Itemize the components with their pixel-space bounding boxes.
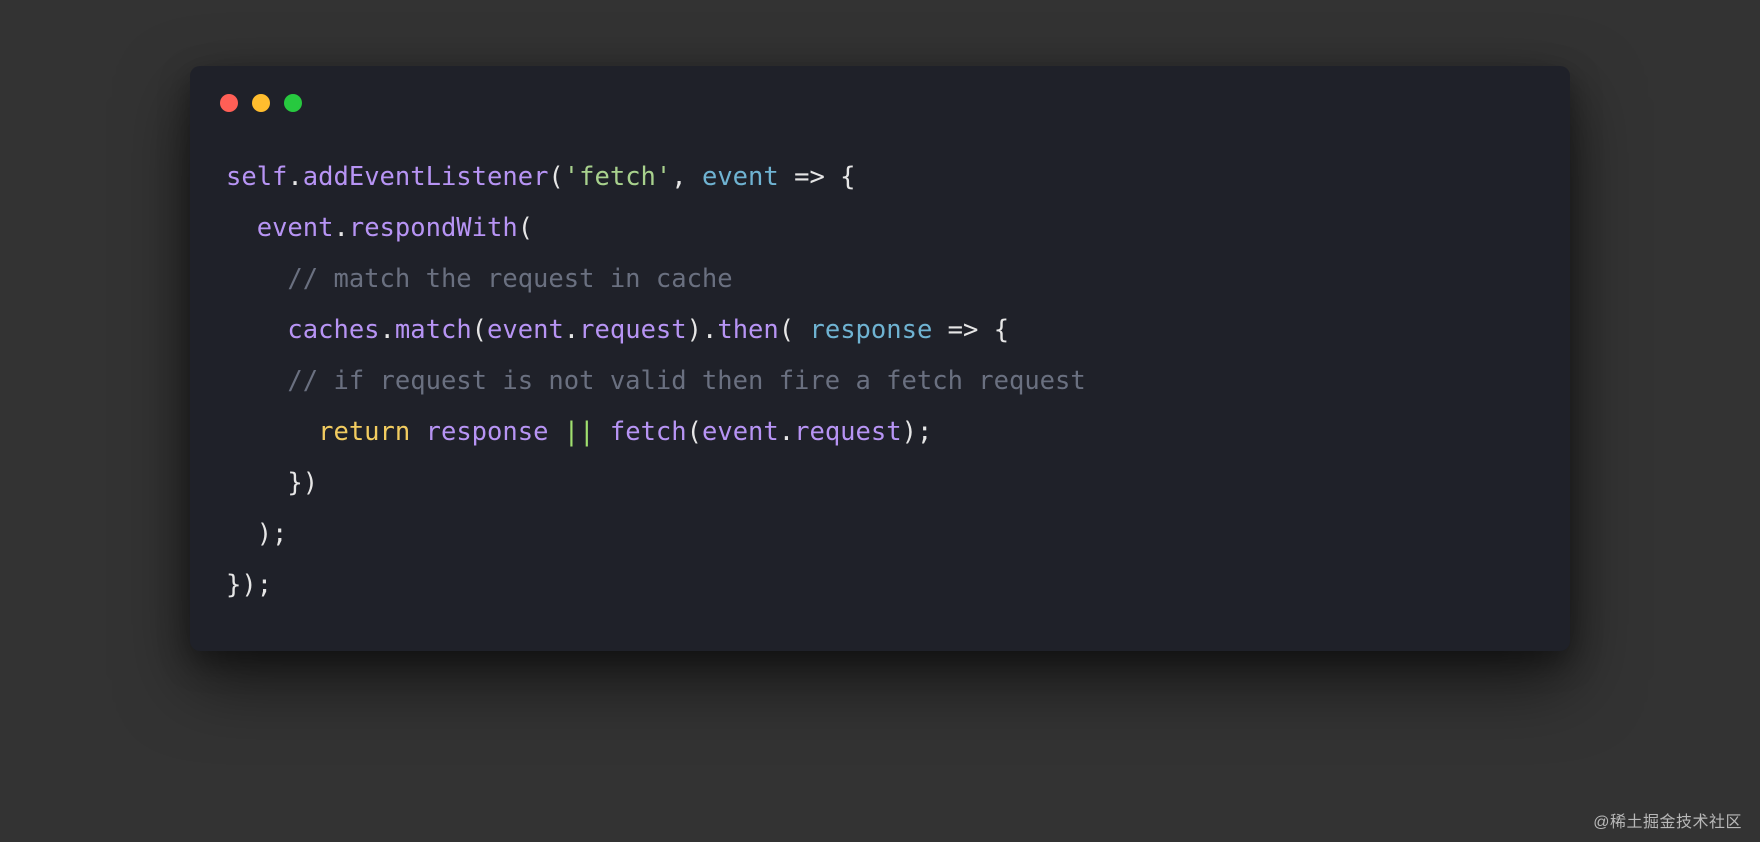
- code-token: return: [318, 417, 410, 447]
- code-token: (: [548, 162, 563, 192]
- code-token: [226, 264, 287, 294]
- code-token: request: [794, 417, 901, 447]
- code-token: fetch: [610, 417, 687, 447]
- code-token: .: [333, 213, 348, 243]
- minimize-icon[interactable]: [252, 94, 270, 112]
- code-token: [226, 417, 318, 447]
- code-token: });: [226, 570, 272, 600]
- code-token: match: [395, 315, 472, 345]
- code-token: {: [978, 315, 1009, 345]
- code-token: request: [579, 315, 686, 345]
- code-token: (: [472, 315, 487, 345]
- code-token: [226, 213, 257, 243]
- code-token: self: [226, 162, 287, 192]
- code-token: // if request is not valid then fire a f…: [287, 366, 1085, 396]
- maximize-icon[interactable]: [284, 94, 302, 112]
- code-token: ||: [564, 417, 595, 447]
- code-token: .: [564, 315, 579, 345]
- code-token: respondWith: [349, 213, 518, 243]
- code-token: ).: [687, 315, 718, 345]
- code-token: // match the request in cache: [287, 264, 732, 294]
- code-token: (: [779, 315, 810, 345]
- code-block: self.addEventListener('fetch', event => …: [190, 152, 1570, 611]
- code-token: {: [825, 162, 856, 192]
- code-token: [226, 366, 287, 396]
- code-token: .: [380, 315, 395, 345]
- code-token: event: [702, 417, 779, 447]
- code-token: caches: [287, 315, 379, 345]
- watermark-text: @稀土掘金技术社区: [1593, 808, 1742, 832]
- code-token: [779, 162, 794, 192]
- code-token: );: [902, 417, 933, 447]
- code-token: =>: [794, 162, 825, 192]
- code-token: .: [779, 417, 794, 447]
- code-token: ,: [671, 162, 702, 192]
- code-token: event: [257, 213, 334, 243]
- code-token: addEventListener: [303, 162, 549, 192]
- code-token: [548, 417, 563, 447]
- code-token: event: [702, 162, 779, 192]
- code-token: [226, 315, 287, 345]
- code-token: );: [226, 519, 287, 549]
- close-icon[interactable]: [220, 94, 238, 112]
- code-token: (: [687, 417, 702, 447]
- code-token: [932, 315, 947, 345]
- code-token: 'fetch': [564, 162, 671, 192]
- code-token: (: [518, 213, 533, 243]
- code-token: event: [487, 315, 564, 345]
- code-token: =>: [948, 315, 979, 345]
- code-token: response: [809, 315, 932, 345]
- code-token: then: [717, 315, 778, 345]
- code-token: [595, 417, 610, 447]
- code-window: self.addEventListener('fetch', event => …: [190, 66, 1570, 651]
- code-token: .: [287, 162, 302, 192]
- window-traffic-lights: [190, 94, 1570, 112]
- code-token: response: [426, 417, 549, 447]
- code-token: }): [226, 468, 318, 498]
- code-token: [410, 417, 425, 447]
